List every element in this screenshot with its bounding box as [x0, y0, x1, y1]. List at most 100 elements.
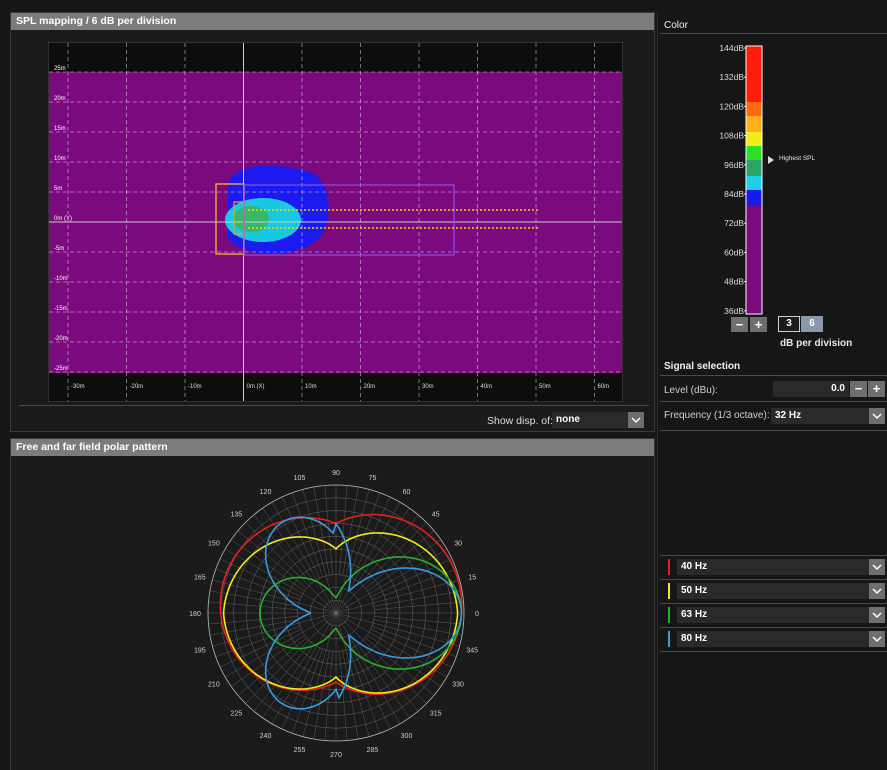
level-row-divider: [660, 401, 887, 402]
highest-spl-arrow-icon: [768, 156, 774, 164]
series-label: 50 Hz: [681, 585, 708, 596]
highest-spl-marker: [768, 156, 774, 164]
series-chevron-down-icon[interactable]: [869, 631, 885, 647]
scale-minus-button[interactable]: −: [731, 317, 748, 332]
level-plus-button[interactable]: +: [868, 381, 885, 397]
x-tick-label: 30m: [422, 384, 434, 390]
polar-series-row[interactable]: 40 Hz: [664, 559, 886, 576]
polar-series-row[interactable]: 80 Hz: [664, 631, 886, 648]
polar-pattern-title: Free and far field polar pattern: [11, 439, 654, 456]
series-label: 63 Hz: [681, 609, 708, 620]
polar-angle-label: 270: [330, 752, 342, 759]
polar-angle-label: 330: [452, 682, 464, 689]
series-color-swatch: [668, 583, 670, 599]
level-minus-button[interactable]: −: [850, 381, 867, 397]
polar-angle-label: 135: [230, 511, 242, 518]
scale-seg-purple: [746, 206, 762, 314]
frequency-chevron-down-icon[interactable]: [869, 408, 885, 424]
series-color-swatch: [668, 631, 670, 647]
y-tick-label: 0m (Y): [54, 216, 72, 222]
scale-label: 120dB: [719, 101, 744, 111]
y-tick-label: 10m: [54, 156, 66, 162]
spl-map[interactable]: 25m20m15m10m5m0m (Y)-5m-10m-15m-20m-25m …: [48, 42, 623, 402]
show-disp-value: none: [556, 414, 580, 425]
color-scale-bar: [745, 45, 763, 315]
series-top-divider: [660, 555, 887, 556]
series-dropdown[interactable]: 80 Hz: [677, 631, 871, 647]
polar-angle-label: 0: [475, 611, 479, 618]
series-dropdown[interactable]: 63 Hz: [677, 607, 871, 623]
polar-angle-label: 315: [430, 711, 442, 718]
y-tick-label: 20m: [54, 96, 66, 102]
scale-label: 108dB: [719, 131, 744, 141]
series-chevron-down-icon[interactable]: [869, 607, 885, 623]
series-divider: [660, 579, 887, 580]
scale-seg-yellow: [746, 132, 762, 146]
color-scale: 144dB 132dB 120dB 108dB 96dB 84dB 72dB 60dB 48dB…: [719, 43, 774, 316]
scale-seg-lime: [746, 146, 762, 160]
frequency-dropdown[interactable]: 32 Hz: [771, 408, 885, 424]
polar-pattern-panel: Free and far field polar pattern 0 15 30 45…: [10, 438, 655, 770]
polar-angle-label: 255: [294, 747, 306, 754]
polar-angle-label: 240: [260, 733, 272, 740]
polar-angle-label: 105: [294, 475, 306, 482]
spl-panel-divider: [19, 405, 649, 406]
series-color-swatch: [668, 607, 670, 623]
right-column-separator: [657, 12, 658, 770]
polar-angle-label: 180: [189, 611, 201, 618]
polar-angle-label: 75: [369, 475, 377, 482]
polar-angle-label: 345: [466, 647, 478, 654]
polar-angle-label: 225: [230, 711, 242, 718]
polar-angle-label: 15: [468, 575, 476, 582]
x-tick-label: 0m (X): [247, 384, 265, 390]
frequency-row-divider: [660, 430, 887, 431]
level-field[interactable]: 0.0: [773, 381, 849, 397]
series-chevron-down-icon[interactable]: [869, 559, 885, 575]
x-tick-label: -30m: [71, 384, 85, 390]
scale-seg-amber: [746, 116, 762, 132]
polar-series-row[interactable]: 63 Hz: [664, 607, 886, 624]
highest-spl-label: Highest SPL: [779, 155, 816, 162]
series-dropdown[interactable]: 40 Hz: [677, 559, 871, 575]
scale-plus-button[interactable]: +: [750, 317, 767, 332]
division-caption: dB per division: [780, 338, 853, 349]
polar-angle-label: 30: [454, 541, 462, 548]
level-label: Level (dBu):: [664, 385, 718, 396]
division-option-3[interactable]: 3: [778, 316, 800, 332]
division-option-6[interactable]: 6: [801, 316, 823, 332]
scale-label: 48dB: [724, 277, 744, 287]
spl-mapping-title: SPL mapping / 6 dB per division: [11, 13, 654, 30]
show-disp-chevron-down-icon[interactable]: [628, 412, 644, 428]
y-tick-label: -15m: [54, 306, 68, 312]
frequency-label: Frequency (1/3 octave):: [664, 410, 770, 421]
polar-angle-label: 195: [194, 647, 206, 654]
scale-label: 84dB: [724, 189, 744, 199]
show-disp-label: Show disp. of:: [487, 415, 553, 427]
frequency-value: 32 Hz: [775, 410, 802, 421]
scale-label: 132dB: [719, 72, 744, 82]
series-divider: [660, 651, 887, 652]
scale-label: 96dB: [724, 160, 744, 170]
series-chevron-down-icon[interactable]: [869, 583, 885, 599]
polar-series-row[interactable]: 50 Hz: [664, 583, 886, 600]
polar-angle-label: 120: [260, 489, 272, 496]
x-tick-label: 40m: [481, 384, 493, 390]
polar-angle-label: 285: [367, 747, 379, 754]
scale-seg-orange: [746, 102, 762, 116]
x-tick-label: 60m: [598, 384, 610, 390]
series-label: 80 Hz: [681, 633, 708, 644]
polar-angle-label: 90: [332, 470, 340, 477]
series-dropdown[interactable]: 50 Hz: [677, 583, 871, 599]
y-tick-label: -20m: [54, 336, 68, 342]
polar-angle-label: 300: [401, 733, 413, 740]
scale-seg-green: [746, 160, 762, 176]
x-tick-label: 10m: [305, 384, 317, 390]
y-tick-label: 5m: [54, 186, 62, 192]
polar-angle-label: 60: [403, 489, 411, 496]
x-tick-label: -10m: [188, 384, 202, 390]
signal-divider: [660, 375, 887, 376]
scale-label: 72dB: [724, 218, 744, 228]
scale-label: 36dB: [724, 306, 744, 316]
y-tick-label: -5m: [54, 246, 64, 252]
scale-label: 60dB: [724, 247, 744, 257]
